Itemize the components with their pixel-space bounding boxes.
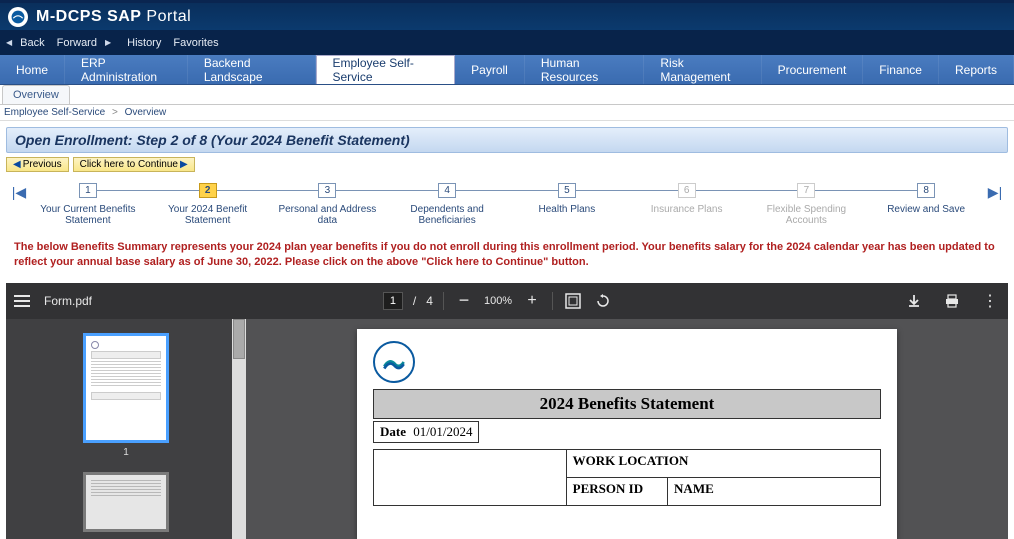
breadcrumb-sep-icon: > <box>112 107 118 118</box>
roadmap-step-number: 4 <box>438 183 456 198</box>
roadmap-step-label: Health Plans <box>507 204 627 215</box>
tab-finance[interactable]: Finance <box>863 55 939 84</box>
roadmap-step-label: Your Current Benefits Statement <box>28 204 148 226</box>
work-location-label: WORK LOCATION <box>566 449 880 477</box>
breadcrumb: Employee Self-Service > Overview <box>0 105 1014 121</box>
continue-button[interactable]: Click here to Continue ▶ <box>73 157 195 172</box>
roadmap-step: 7 Flexible Spending Accounts <box>747 182 867 226</box>
app-logo-icon <box>8 7 28 27</box>
fit-page-icon[interactable] <box>563 291 583 311</box>
pdf-thumbnail-panel: 1 <box>6 319 246 539</box>
tab-reports[interactable]: Reports <box>939 55 1014 84</box>
roadmap-step-label: Your 2024 Benefit Statement <box>148 204 268 226</box>
app-banner: M-DCPS SAP Portal <box>0 0 1014 30</box>
roadmap-step[interactable]: 3 Personal and Address data <box>268 182 388 226</box>
main-nav: Home ERP Administration Backend Landscap… <box>0 55 1014 85</box>
tab-risk-management[interactable]: Risk Management <box>644 55 761 84</box>
tab-employee-self-service[interactable]: Employee Self-Service <box>316 55 456 84</box>
pdf-thumbnail[interactable] <box>83 333 169 443</box>
roadmap-step: 6 Insurance Plans <box>627 182 747 226</box>
tab-home[interactable]: Home <box>0 55 65 84</box>
person-id-label: PERSON ID <box>566 477 667 505</box>
date-value: 01/01/2024 <box>413 424 472 439</box>
pdf-thumbnail-number: 1 <box>83 447 169 458</box>
roadmap-step-number: 1 <box>79 183 97 198</box>
pdf-page: 2024 Benefits Statement Date 01/01/2024 … <box>357 329 897 539</box>
app-title: M-DCPS SAP Portal <box>36 8 191 26</box>
tab-human-resources[interactable]: Human Resources <box>525 55 645 84</box>
previous-button[interactable]: ◀ Previous <box>6 157 69 172</box>
pdf-page-sep: / <box>413 294 416 308</box>
info-left-cell <box>374 449 567 505</box>
toolbar-divider <box>443 292 444 310</box>
step-button-row: ◀ Previous Click here to Continue ▶ <box>6 157 1008 172</box>
document-title: 2024 Benefits Statement <box>373 389 881 419</box>
document-date-box: Date 01/01/2024 <box>373 421 479 443</box>
pdf-viewer: Form.pdf / 4 − 100% + <box>6 283 1008 539</box>
zoom-out-icon[interactable]: − <box>454 291 474 311</box>
pdf-page-panel[interactable]: 2024 Benefits Statement Date 01/01/2024 … <box>246 319 1008 539</box>
breadcrumb-item[interactable]: Employee Self-Service <box>4 107 105 118</box>
pdf-menu-icon[interactable] <box>14 295 30 307</box>
forward-arrow-icon: ▶ <box>105 38 111 47</box>
toolbar-divider <box>552 292 553 310</box>
pdf-page-total: 4 <box>426 294 433 308</box>
rotate-icon[interactable] <box>593 291 613 311</box>
roadmap-end-icon[interactable]: ▶| <box>986 182 1004 201</box>
history-navbar: ◀ Back Forward ▶ History Favorites <box>0 30 1014 55</box>
forward-link[interactable]: Forward <box>53 35 101 51</box>
roadmap: |◀ 1 Your Current Benefits Statement 2 Your… <box>6 182 1008 226</box>
roadmap-step-label: Insurance Plans <box>627 204 747 215</box>
tab-procurement[interactable]: Procurement <box>762 55 864 84</box>
sub-nav: Overview <box>0 85 1014 105</box>
more-icon[interactable]: ⋮ <box>980 291 1000 311</box>
roadmap-step-label: Personal and Address data <box>268 204 388 226</box>
roadmap-step-label: Dependents and Beneficiaries <box>387 204 507 226</box>
roadmap-start-icon[interactable]: |◀ <box>10 182 28 201</box>
back-arrow-icon: ◀ <box>6 38 12 47</box>
roadmap-step[interactable]: 2 Your 2024 Benefit Statement <box>148 182 268 226</box>
roadmap-step-number: 2 <box>199 183 217 198</box>
zoom-in-icon[interactable]: + <box>522 291 542 311</box>
breadcrumb-item: Overview <box>125 107 167 118</box>
history-link[interactable]: History <box>123 35 165 51</box>
pdf-toolbar: Form.pdf / 4 − 100% + <box>6 283 1008 319</box>
roadmap-step[interactable]: 8 Review and Save <box>866 182 986 226</box>
name-label: NAME <box>668 477 881 505</box>
pdf-zoom-level[interactable]: 100% <box>484 295 512 307</box>
tab-erp-administration[interactable]: ERP Administration <box>65 55 188 84</box>
tab-payroll[interactable]: Payroll <box>455 55 525 84</box>
roadmap-step-number: 8 <box>917 183 935 198</box>
document-info-table: WORK LOCATION PERSON ID NAME <box>373 449 881 506</box>
step-header: Open Enrollment: Step 2 of 8 (Your 2024 … <box>6 127 1008 153</box>
pdf-filename: Form.pdf <box>44 294 92 308</box>
roadmap-step[interactable]: 1 Your Current Benefits Statement <box>28 182 148 226</box>
favorites-link[interactable]: Favorites <box>169 35 222 51</box>
pdf-thumbnail[interactable] <box>83 472 169 532</box>
roadmap-step[interactable]: 4 Dependents and Beneficiaries <box>387 182 507 226</box>
continue-button-label: Click here to Continue <box>80 159 178 170</box>
tab-backend-landscape[interactable]: Backend Landscape <box>188 55 316 84</box>
right-arrow-icon: ▶ <box>180 159 188 170</box>
roadmap-step-number: 3 <box>318 183 336 198</box>
previous-button-label: Previous <box>23 159 62 170</box>
roadmap-step-number: 7 <box>797 183 815 198</box>
roadmap-step-label: Review and Save <box>866 204 986 215</box>
roadmap-step[interactable]: 5 Health Plans <box>507 182 627 226</box>
left-arrow-icon: ◀ <box>13 159 21 170</box>
print-icon[interactable] <box>942 291 962 311</box>
download-icon[interactable] <box>904 291 924 311</box>
pdf-page-input[interactable] <box>383 292 403 310</box>
roadmap-step-label: Flexible Spending Accounts <box>747 204 867 226</box>
back-link[interactable]: Back <box>16 35 48 51</box>
thumbnail-scrollbar[interactable] <box>232 319 246 539</box>
roadmap-step-number: 5 <box>558 183 576 198</box>
district-logo-icon <box>373 341 415 383</box>
subtab-overview[interactable]: Overview <box>2 85 70 104</box>
enrollment-notice: The below Benefits Summary represents yo… <box>6 226 1008 279</box>
roadmap-step-number: 6 <box>678 183 696 198</box>
date-label: Date <box>380 424 406 439</box>
